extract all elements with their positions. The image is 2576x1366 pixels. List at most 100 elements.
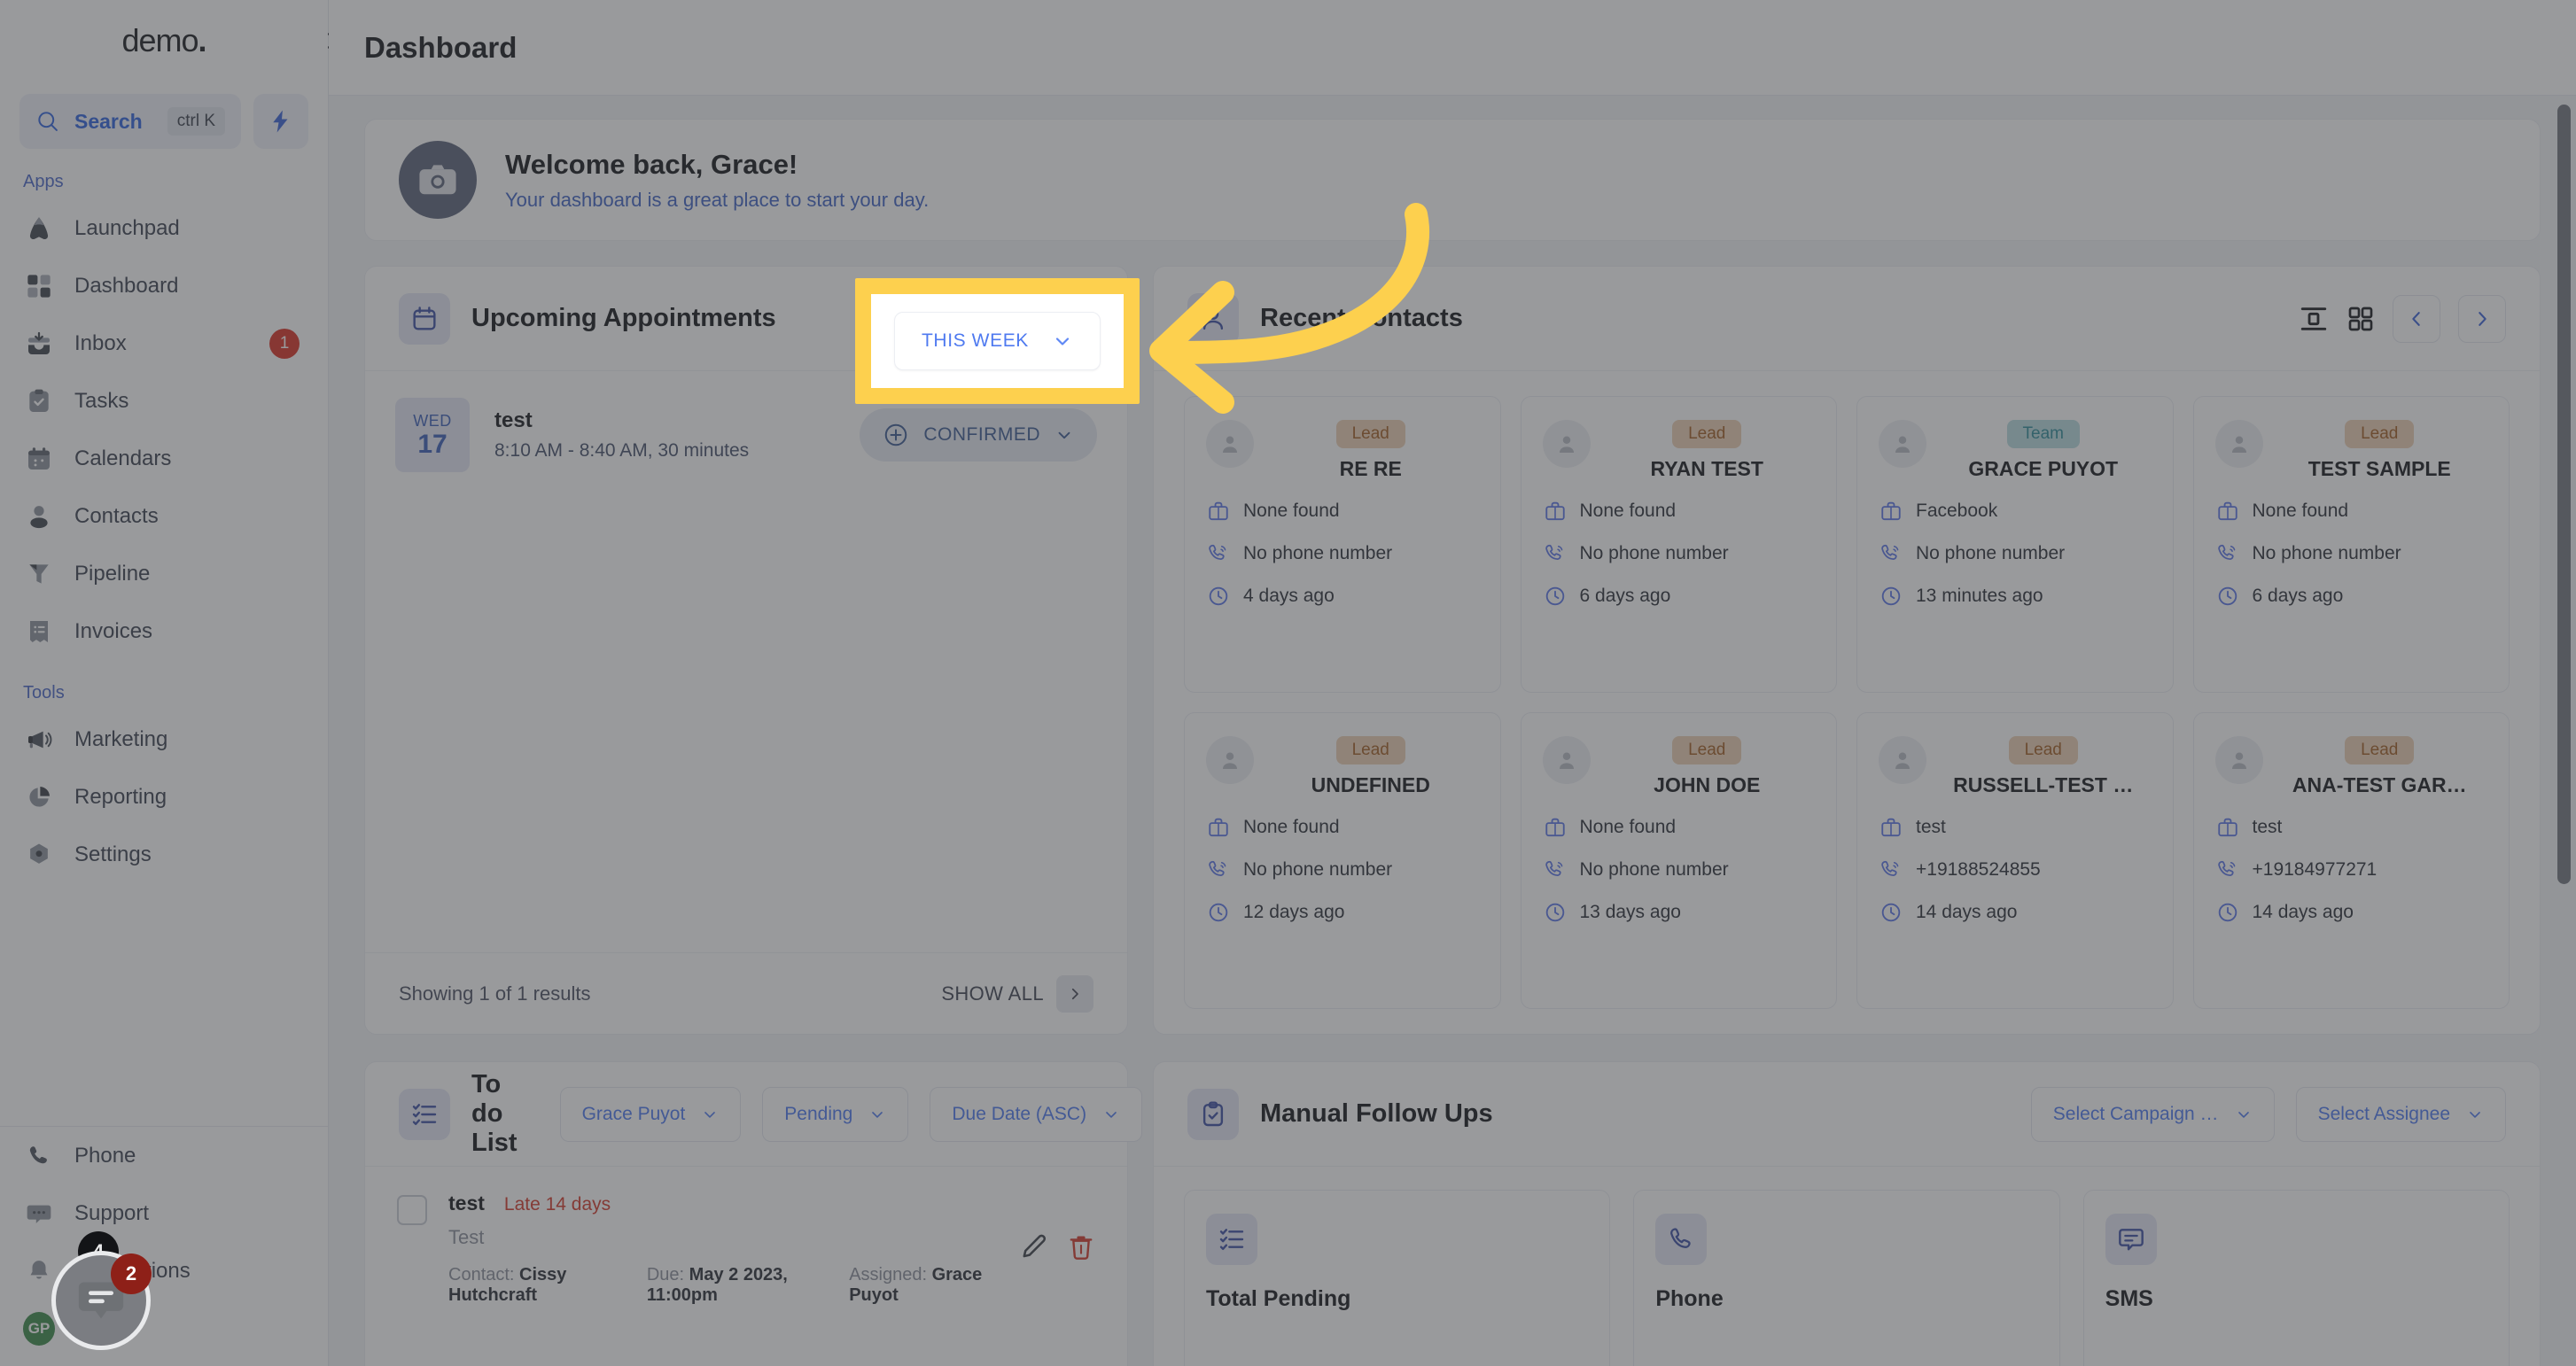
sidebar-item-calendars[interactable]: Calendars	[0, 430, 328, 487]
camera-icon	[419, 165, 456, 195]
page-scrollbar-thumb[interactable]	[2557, 105, 2571, 884]
todo-checkbox[interactable]	[397, 1195, 427, 1225]
recent-contacts-toolbar	[2299, 294, 2506, 343]
contact-name: ANA-TEST GAR…	[2292, 773, 2467, 796]
sidebar-item-support[interactable]: Support	[0, 1184, 328, 1242]
clipboard-check-icon	[23, 385, 55, 417]
welcome-avatar[interactable]	[399, 141, 477, 219]
briefcase-icon	[1206, 499, 1231, 524]
chevron-right-icon	[1071, 988, 1078, 999]
appointment-row[interactable]: WED 17 test 8:10 AM - 8:40 AM, 30 minute…	[395, 398, 1097, 472]
contact-name: GRACE PUYOT	[1968, 457, 2119, 480]
contact-card-heading: Lead ANA-TEST GAR…	[2272, 736, 2488, 797]
contact-card-heading: Lead RUSSELL-TEST …	[1935, 736, 2152, 797]
contacts-prev-button[interactable]	[2393, 294, 2440, 343]
contact-company-value: None found	[1243, 817, 1340, 837]
sidebar-item-invoices[interactable]: Invoices	[0, 602, 328, 660]
search-input[interactable]: Search ctrl K	[19, 94, 241, 149]
avatar-initials: GP	[23, 1311, 55, 1346]
todo-item-description: Test	[448, 1226, 485, 1248]
contacts-next-button[interactable]	[2458, 294, 2506, 343]
recent-contacts-title: Recent Contacts	[1260, 304, 1463, 332]
followups-campaign-filter[interactable]: Select Campaign …	[2030, 1086, 2275, 1142]
show-all-button[interactable]	[1056, 974, 1093, 1013]
appointments-range-dropdown[interactable]: THIS WEEK	[894, 312, 1101, 370]
list-view-icon[interactable]	[2299, 304, 2329, 334]
contact-card[interactable]: Lead TEST SAMPLE None found No phone number…	[2192, 396, 2510, 693]
followups-grid: Total Pending Phone SMS	[1154, 1167, 2540, 1366]
sidebar-item-dashboard[interactable]: Dashboard	[0, 257, 328, 314]
contact-phone: No phone number	[1543, 858, 1816, 882]
chevron-right-icon	[2479, 311, 2487, 326]
avatar	[2214, 736, 2263, 784]
sidebar-item-tasks[interactable]: Tasks	[0, 372, 328, 430]
sidebar-item-phone[interactable]: Phone	[0, 1127, 328, 1184]
followups-card-phone[interactable]: Phone	[1633, 1190, 2060, 1366]
panel-row-top: Upcoming Appointments WED 17 test 8:10 A…	[364, 266, 2541, 1035]
contact-company-value: test	[1916, 817, 1946, 837]
todo-contact: Contact: Cissy Hutchcraft	[448, 1265, 617, 1306]
contact-company-value: Facebook	[1916, 501, 1998, 521]
todo-assignee-filter[interactable]: Grace Puyot	[559, 1086, 742, 1142]
followups-assignee-filter[interactable]: Select Assignee	[2295, 1086, 2506, 1142]
avatar	[1879, 736, 1926, 784]
todo-item: test Late 14 days Test Contact: Cissy Hu…	[397, 1191, 1095, 1306]
edit-icon[interactable]	[1019, 1232, 1049, 1262]
phone-icon	[1206, 858, 1231, 882]
contact-company: None found	[1543, 499, 1816, 524]
sidebar-item-contacts[interactable]: Contacts	[0, 487, 328, 545]
briefcase-icon	[2215, 815, 2240, 840]
status-badge: Lead	[1672, 736, 1742, 764]
chat-widget-button[interactable]: 2	[51, 1251, 152, 1350]
sidebar-item-settings[interactable]: Settings	[0, 826, 328, 883]
contact-card[interactable]: Lead RE RE None found No phone number 4 days…	[1184, 396, 1501, 693]
contact-card[interactable]: Lead UNDEFINED None found No phone number 12…	[1184, 712, 1501, 1009]
contact-phone: +19188524855	[1879, 858, 2152, 882]
contact-card[interactable]: Lead JOHN DOE None found No phone number 13 …	[1520, 712, 1837, 1009]
clock-icon	[2215, 900, 2240, 925]
followups-card-total-pending[interactable]: Total Pending	[1184, 1190, 1611, 1366]
sidebar-item-profile[interactable]: GP Profile	[0, 1300, 328, 1357]
avatar	[1206, 736, 1254, 784]
contact-card[interactable]: Lead RYAN TEST None found No phone number 6 …	[1520, 396, 1837, 693]
contact-card[interactable]: Lead RUSSELL-TEST … test +19188524855 14 day…	[1856, 712, 2174, 1009]
status-badge: Lead	[1335, 736, 1405, 764]
followups-card-sms[interactable]: SMS	[2082, 1190, 2510, 1366]
todo-header: To do List Grace Puyot Pending Due Date …	[365, 1062, 1143, 1167]
contact-card[interactable]: Team GRACE PUYOT Facebook No phone number 13…	[1856, 396, 2174, 693]
sidebar-item-pipeline[interactable]: Pipeline	[0, 545, 328, 602]
appointment-status-dropdown[interactable]: CONFIRMED	[860, 408, 1097, 462]
quick-actions-button[interactable]	[253, 94, 308, 149]
clock-icon	[1879, 584, 1903, 609]
todo-status-value: Pending	[784, 1103, 853, 1124]
grid-view-icon[interactable]	[2346, 305, 2375, 333]
sidebar-item-launchpad[interactable]: Launchpad	[0, 199, 328, 257]
nav-section-label-tools: Tools	[23, 683, 65, 702]
show-all-label[interactable]: SHOW ALL	[941, 982, 1044, 1005]
contact-phone-value: No phone number	[1916, 543, 2066, 563]
checklist-icon	[1206, 1214, 1257, 1265]
todo-sort-value: Due Date (ASC)	[952, 1103, 1087, 1124]
appointment-status-label: CONFIRMED	[923, 424, 1040, 445]
sidebar-item-inbox[interactable]: Inbox 1	[0, 314, 328, 372]
phone-icon	[23, 1140, 55, 1172]
avatar	[1542, 420, 1591, 468]
sidebar-item-marketing[interactable]: Marketing	[0, 710, 328, 768]
todo-status-filter[interactable]: Pending	[762, 1086, 909, 1142]
sidebar-item-notifications[interactable]: Notifications	[0, 1242, 328, 1300]
todo-title: To do List	[471, 1070, 518, 1157]
avatar	[1542, 736, 1591, 784]
sidebar-item-reporting[interactable]: Reporting	[0, 768, 328, 826]
contact-time: 6 days ago	[2215, 584, 2488, 609]
todo-sort-filter[interactable]: Due Date (ASC)	[930, 1086, 1143, 1142]
checklist-icon	[399, 1088, 450, 1140]
contact-card[interactable]: Lead ANA-TEST GAR… test +19184977271 14 days…	[2192, 712, 2510, 1009]
sidebar-item-label: Calendars	[74, 446, 172, 470]
status-badge: Lead	[2345, 420, 2415, 448]
highlight-box: THIS WEEK	[855, 278, 1140, 404]
trash-icon[interactable]	[1067, 1233, 1095, 1261]
sidebar-item-label: Invoices	[74, 618, 153, 643]
briefcase-icon	[1879, 499, 1903, 524]
contact-phone: +19184977271	[2215, 858, 2488, 882]
appointment-info: test 8:10 AM - 8:40 AM, 30 minutes	[494, 408, 835, 462]
